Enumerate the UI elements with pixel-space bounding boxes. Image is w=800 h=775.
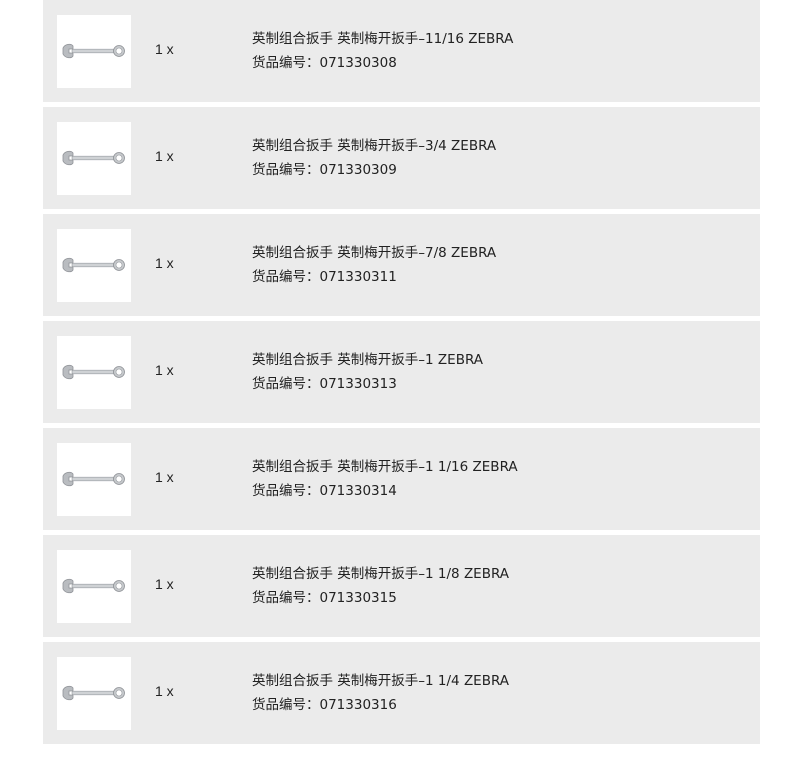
- wrench-icon: [62, 364, 125, 380]
- quantity-label: 1 x: [155, 148, 174, 164]
- product-code: 071330311: [319, 269, 397, 285]
- product-code-line: 货品编号：071330311: [252, 265, 496, 289]
- product-code-label: 货品编号：: [252, 697, 320, 713]
- wrench-icon: [62, 43, 125, 59]
- list-item: 1 x 英制组合扳手 英制梅开扳手–11/16 ZEBRA 货品编号：07133…: [43, 0, 760, 102]
- product-code-label: 货品编号：: [252, 590, 320, 606]
- quantity-label: 1 x: [155, 362, 174, 378]
- product-code: 071330308: [319, 55, 397, 71]
- product-code-label: 货品编号：: [252, 269, 320, 285]
- product-code: 071330316: [319, 697, 397, 713]
- wrench-icon: [62, 257, 125, 273]
- product-code-line: 货品编号：071330308: [252, 51, 513, 75]
- product-title[interactable]: 英制组合扳手 英制梅开扳手–11/16 ZEBRA: [252, 27, 513, 51]
- product-thumbnail[interactable]: [57, 15, 131, 88]
- quantity-label: 1 x: [155, 683, 174, 699]
- list-item: 1 x 英制组合扳手 英制梅开扳手–1 1/4 ZEBRA 货品编号：07133…: [43, 642, 760, 744]
- list-item: 1 x 英制组合扳手 英制梅开扳手–1 ZEBRA 货品编号：071330313: [43, 321, 760, 423]
- product-thumbnail[interactable]: [57, 443, 131, 516]
- product-info: 英制组合扳手 英制梅开扳手–7/8 ZEBRA 货品编号：071330311: [252, 241, 496, 289]
- product-info: 英制组合扳手 英制梅开扳手–11/16 ZEBRA 货品编号：071330308: [252, 27, 513, 75]
- product-title[interactable]: 英制组合扳手 英制梅开扳手–1 1/4 ZEBRA: [252, 669, 509, 693]
- product-code-label: 货品编号：: [252, 376, 320, 392]
- product-info: 英制组合扳手 英制梅开扳手–1 1/16 ZEBRA 货品编号：07133031…: [252, 455, 518, 503]
- product-code-line: 货品编号：071330315: [252, 586, 509, 610]
- product-title[interactable]: 英制组合扳手 英制梅开扳手–1 1/8 ZEBRA: [252, 562, 509, 586]
- wrench-icon: [62, 471, 125, 487]
- product-list: 1 x 英制组合扳手 英制梅开扳手–11/16 ZEBRA 货品编号：07133…: [0, 0, 800, 775]
- product-thumbnail[interactable]: [57, 657, 131, 730]
- list-item: 1 x 英制组合扳手 英制梅开扳手–1 1/8 ZEBRA 货品编号：07133…: [43, 535, 760, 637]
- product-code: 071330309: [319, 162, 397, 178]
- product-info: 英制组合扳手 英制梅开扳手–1 ZEBRA 货品编号：071330313: [252, 348, 483, 396]
- product-code-label: 货品编号：: [252, 55, 320, 71]
- product-title[interactable]: 英制组合扳手 英制梅开扳手–7/8 ZEBRA: [252, 241, 496, 265]
- list-item: 1 x 英制组合扳手 英制梅开扳手–3/4 ZEBRA 货品编号：0713303…: [43, 107, 760, 209]
- list-item: 1 x 英制组合扳手 英制梅开扳手–7/8 ZEBRA 货品编号：0713303…: [43, 214, 760, 316]
- quantity-label: 1 x: [155, 469, 174, 485]
- product-info: 英制组合扳手 英制梅开扳手–3/4 ZEBRA 货品编号：071330309: [252, 134, 496, 182]
- product-code-label: 货品编号：: [252, 162, 320, 178]
- quantity-label: 1 x: [155, 576, 174, 592]
- product-title[interactable]: 英制组合扳手 英制梅开扳手–3/4 ZEBRA: [252, 134, 496, 158]
- product-title[interactable]: 英制组合扳手 英制梅开扳手–1 ZEBRA: [252, 348, 483, 372]
- product-title[interactable]: 英制组合扳手 英制梅开扳手–1 1/16 ZEBRA: [252, 455, 518, 479]
- product-thumbnail[interactable]: [57, 550, 131, 623]
- product-code-line: 货品编号：071330313: [252, 372, 483, 396]
- wrench-icon: [62, 685, 125, 701]
- list-item: 1 x 英制组合扳手 英制梅开扳手–1 1/16 ZEBRA 货品编号：0713…: [43, 428, 760, 530]
- wrench-icon: [62, 578, 125, 594]
- product-code-label: 货品编号：: [252, 483, 320, 499]
- product-code-line: 货品编号：071330314: [252, 479, 518, 503]
- product-thumbnail[interactable]: [57, 229, 131, 302]
- product-code: 071330315: [319, 590, 397, 606]
- wrench-icon: [62, 150, 125, 166]
- product-info: 英制组合扳手 英制梅开扳手–1 1/8 ZEBRA 货品编号：071330315: [252, 562, 509, 610]
- product-code-line: 货品编号：071330309: [252, 158, 496, 182]
- product-code: 071330314: [319, 483, 397, 499]
- product-info: 英制组合扳手 英制梅开扳手–1 1/4 ZEBRA 货品编号：071330316: [252, 669, 509, 717]
- quantity-label: 1 x: [155, 41, 174, 57]
- quantity-label: 1 x: [155, 255, 174, 271]
- product-thumbnail[interactable]: [57, 122, 131, 195]
- product-thumbnail[interactable]: [57, 336, 131, 409]
- product-code: 071330313: [319, 376, 397, 392]
- product-code-line: 货品编号：071330316: [252, 693, 509, 717]
